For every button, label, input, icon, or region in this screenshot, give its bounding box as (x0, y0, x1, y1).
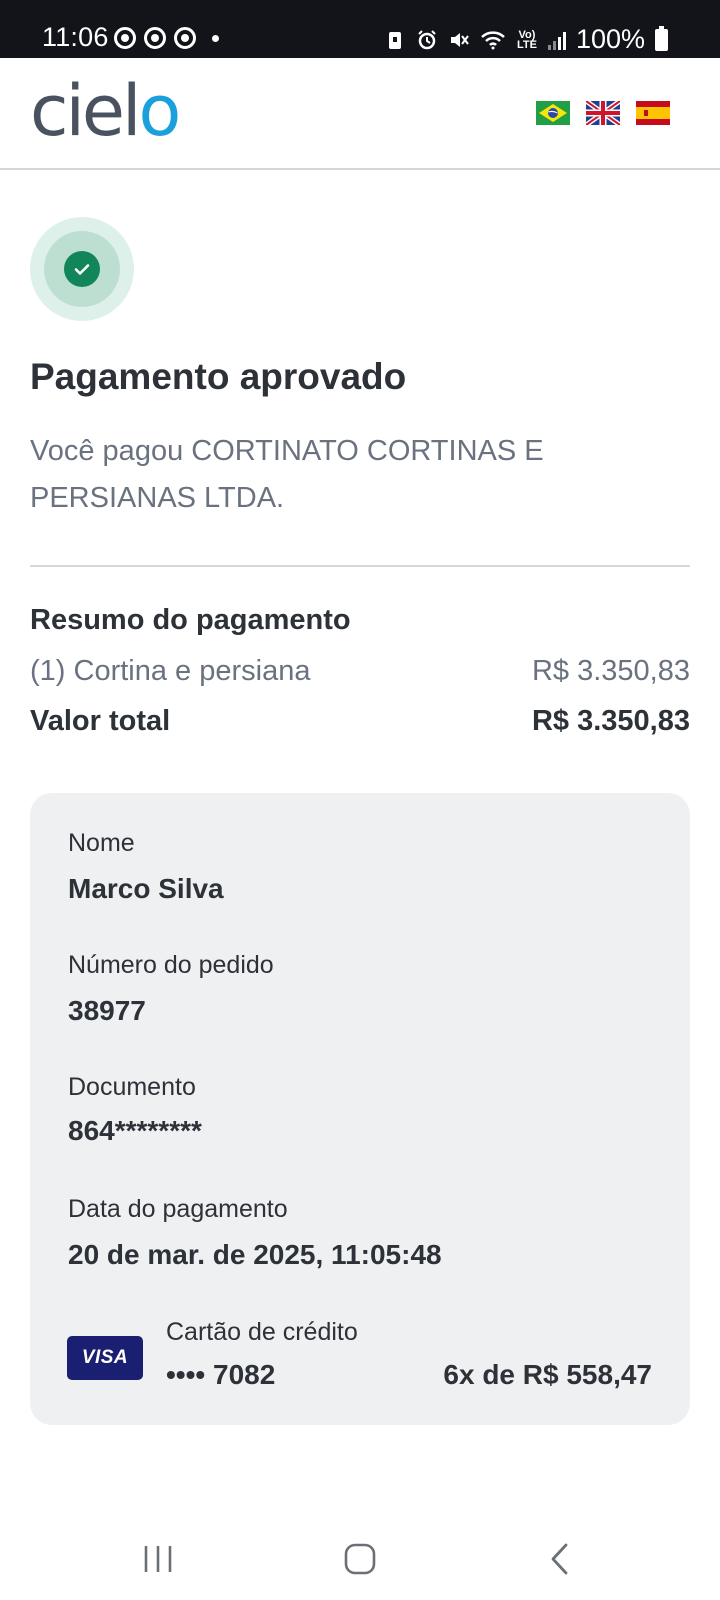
back-icon[interactable] (536, 1535, 584, 1583)
language-selector (536, 101, 670, 125)
battery-percent: 100% (575, 24, 645, 54)
divider (30, 565, 690, 567)
app-header: cielo (0, 58, 720, 170)
battery-icon (655, 25, 668, 51)
visa-logo-icon: VISA (67, 1336, 143, 1380)
volte-icon: Vo) LTE (516, 28, 537, 51)
document-value: 864******** (68, 1115, 202, 1146)
status-bar: 11:06 Vo) LTE 100% (0, 0, 720, 58)
payment-message: Você pagou CORTINATO CORTINAS E PERSIANA… (30, 435, 544, 514)
item-value: R$ 3.350,83 (531, 655, 690, 687)
system-navigation-bar (0, 1515, 720, 1600)
payment-date-value: 20 de mar. de 2025, 11:05:48 (68, 1239, 442, 1270)
payment-date-label: Data do pagamento (68, 1195, 288, 1223)
recent-apps-icon[interactable] (134, 1535, 182, 1583)
chrome-notification-icon (144, 27, 166, 49)
status-time: 11:06 (42, 22, 109, 52)
notification-icons (114, 27, 219, 49)
spain-flag-icon[interactable] (636, 101, 670, 125)
card-type-label: Cartão de crédito (166, 1318, 358, 1346)
item-label: (1) Cortina e persiana (30, 655, 311, 687)
home-icon[interactable] (336, 1535, 384, 1583)
system-icons: Vo) LTE 100% (384, 24, 668, 55)
check-icon (74, 264, 90, 275)
mute-icon (450, 32, 469, 47)
success-icon (30, 217, 134, 321)
name-value: Marco Silva (68, 873, 224, 904)
page-title: Pagamento aprovado (30, 356, 407, 397)
order-number-value: 38977 (68, 995, 146, 1026)
order-number-label: Número do pedido (68, 951, 274, 979)
total-value: R$ 3.350,83 (531, 705, 690, 737)
lock-icon (388, 31, 401, 49)
summary-item-row: (1) Cortina e persiana R$ 3.350,83 (30, 655, 690, 688)
brazil-flag-icon[interactable] (536, 101, 570, 125)
installments-value: 6x de R$ 558,47 (443, 1359, 652, 1390)
payment-details-card: Nome Marco Silva Número do pedido 38977 … (30, 793, 690, 1425)
document-label: Documento (68, 1073, 196, 1101)
chrome-notification-icon (174, 27, 196, 49)
alarm-icon (418, 29, 436, 49)
card-number: •••• 7082 (166, 1359, 276, 1390)
wifi-icon (481, 30, 505, 49)
chrome-notification-icon (114, 27, 136, 49)
cielo-logo: cielo (30, 70, 181, 152)
total-label: Valor total (30, 705, 171, 737)
uk-flag-icon[interactable] (586, 101, 620, 125)
summary-total-row: Valor total R$ 3.350,83 (30, 705, 690, 738)
summary-title: Resumo do pagamento (30, 604, 351, 636)
name-label: Nome (68, 829, 135, 857)
signal-icon (547, 30, 566, 50)
more-notifications-icon (212, 34, 219, 42)
